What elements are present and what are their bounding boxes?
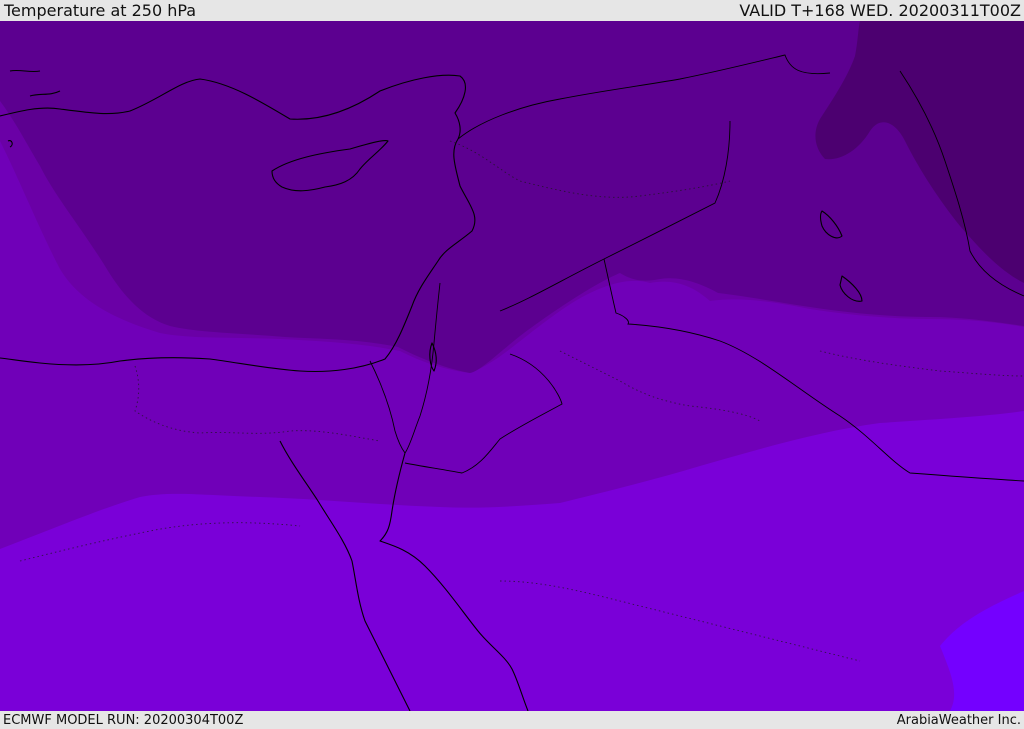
header-bar: Temperature at 250 hPa VALID T+168 WED. …	[0, 0, 1024, 21]
model-run-label: ECMWF MODEL RUN: 20200304T00Z	[3, 712, 244, 728]
map-title: Temperature at 250 hPa	[4, 1, 197, 20]
valid-time-label: VALID T+168 WED. 20200311T00Z	[739, 1, 1021, 20]
temperature-map[interactable]	[0, 21, 1024, 711]
map-canvas	[0, 21, 1024, 711]
credit-label: ArabiaWeather Inc.	[896, 712, 1021, 728]
footer-bar: ECMWF MODEL RUN: 20200304T00Z ArabiaWeat…	[0, 711, 1024, 729]
